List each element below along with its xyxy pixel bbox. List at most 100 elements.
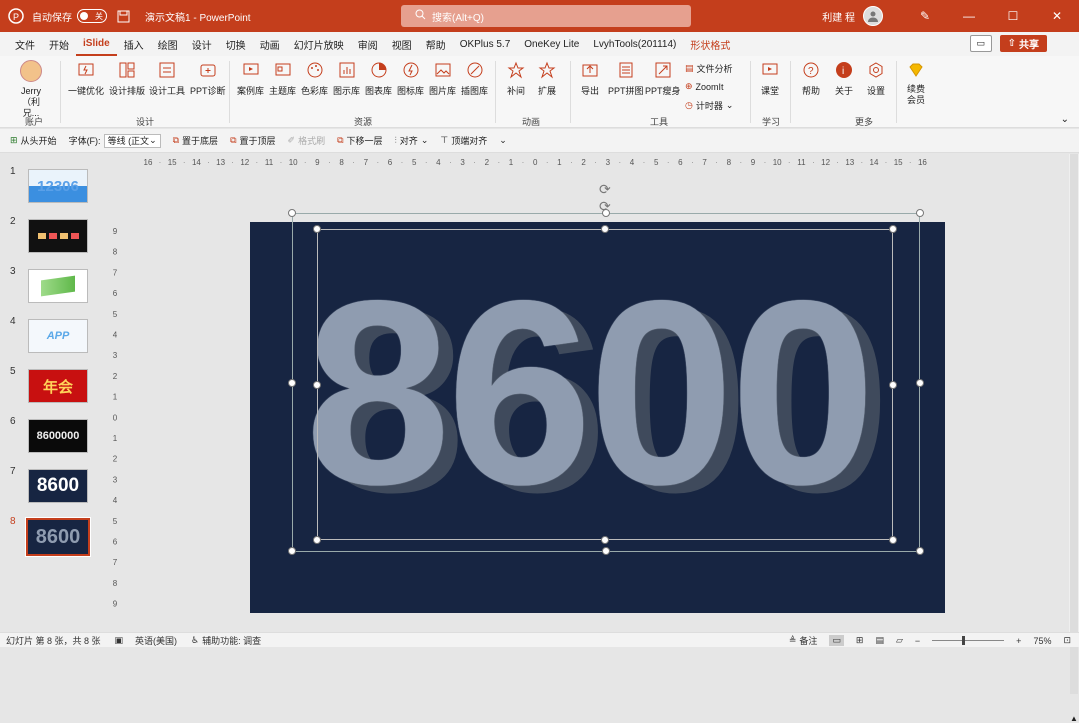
from-start-button[interactable]: ⊞ 从头开始 [10,134,57,147]
language-indicator[interactable]: 英语(美国) [135,634,177,647]
zoom-slider[interactable] [932,636,1005,645]
bring-to-bottom-button[interactable]: ⧉ 置于底层 [173,134,218,147]
icons-button[interactable]: 图标库 [397,60,424,97]
about-button[interactable]: i 关于 [834,60,854,97]
scroll-up-icon[interactable]: ▲ [1070,714,1078,723]
illustrations-button[interactable]: 插图库 [461,60,488,97]
graph-button[interactable]: 图表库 [365,60,392,97]
tab-view[interactable]: 视图 [385,32,419,56]
autosave-toggle[interactable]: 关 [77,9,107,23]
themes-button[interactable]: 主题库 [269,60,296,97]
autosave-control[interactable]: 自动保存 关 [32,9,107,24]
cases-button[interactable]: 案例库 [237,60,264,97]
file-analysis-button[interactable]: ▤ 文件分析 [685,62,733,75]
design-tools-button[interactable]: 设计工具 [149,60,185,97]
zoomit-button[interactable]: ⊕ ZoomIt [685,81,724,92]
zoom-level[interactable]: 75% [1033,636,1051,646]
resize-handle[interactable] [288,547,296,555]
renew-membership-button[interactable]: 续费会员 [904,60,928,106]
user-name[interactable]: 利建 程 [822,9,855,24]
tab-slideshow[interactable]: 幻灯片放映 [287,32,351,56]
export-button[interactable]: 导出 [580,60,600,97]
tab-design[interactable]: 设计 [185,32,219,56]
rotate-handle-icon[interactable]: ⟳ [599,181,611,198]
ppt-diagnosis-button[interactable]: PPT诊断 [190,60,226,97]
ppt-collage-button[interactable]: PPT拼图 [608,60,644,97]
send-backward-button[interactable]: ⧉ 下移一层 [337,134,382,147]
slide-thumbnail-2[interactable] [28,219,88,253]
tab-transitions[interactable]: 切换 [219,32,253,56]
close-icon[interactable]: ✕ [1035,0,1079,32]
resize-handle[interactable] [889,225,897,233]
colors-button[interactable]: 色彩库 [301,60,328,97]
scroll-thumb[interactable] [1070,154,1078,694]
extend-button[interactable]: 扩展 [537,60,557,97]
search-box[interactable]: 搜索(Alt+Q) [401,5,691,27]
tab-okplus[interactable]: OKPlus 5.7 [453,32,518,56]
tween-button[interactable]: 补间 [506,60,526,97]
zoom-in-icon[interactable]: + [1016,636,1021,646]
settings-button[interactable]: 设置 [866,60,886,97]
tab-review[interactable]: 审阅 [351,32,385,56]
help-button[interactable]: ? 帮助 [801,60,821,97]
resize-handle[interactable] [313,536,321,544]
collapse-ribbon-icon[interactable]: ⌄ [1061,114,1069,125]
slideshow-icon[interactable]: ▱ [896,635,903,646]
resize-handle[interactable] [916,379,924,387]
pen-icon[interactable]: ✎ [903,0,947,32]
tab-help[interactable]: 帮助 [419,32,453,56]
tab-islide[interactable]: iSlide [76,32,117,56]
slide-thumbnail-8[interactable]: 8600 [25,517,91,557]
reading-view-icon[interactable]: ▤ [875,635,884,646]
fit-slide-icon[interactable]: ⊡ [1063,635,1071,646]
minimize-icon[interactable]: — [947,0,991,32]
resize-handle[interactable] [601,536,609,544]
slide-sorter-icon[interactable]: ⊞ [856,635,864,646]
notes-button[interactable]: ≜ 备注 [789,634,818,647]
tab-lvyhtools[interactable]: LvyhTools(201114) [586,32,683,56]
tab-shape-format[interactable]: 形状格式 [683,32,737,56]
resize-handle[interactable] [313,225,321,233]
tab-insert[interactable]: 插入 [117,32,151,56]
slide-thumbnail-5[interactable]: 年会 [28,369,88,403]
tab-animations[interactable]: 动画 [253,32,287,56]
resize-handle[interactable] [313,381,321,389]
font-selector[interactable]: 字体(F): 等线 (正文 ⌄ [69,133,161,148]
resize-handle[interactable] [916,209,924,217]
resize-handle[interactable] [602,209,610,217]
format-painter-button[interactable]: ✐ 格式刷 [288,134,326,147]
maximize-icon[interactable]: ☐ [991,0,1035,32]
charts-button[interactable]: 图示库 [333,60,360,97]
tab-draw[interactable]: 绘图 [151,32,185,56]
spellcheck-icon[interactable]: ▣ [115,635,124,646]
layout-button[interactable]: 设计排版 [109,60,145,97]
zoom-out-icon[interactable]: − [915,636,920,646]
tab-home[interactable]: 开始 [42,32,76,56]
share-button[interactable]: ⇧ 共享 [999,35,1047,52]
ppt-slim-button[interactable]: PPT瘦身 [645,60,681,97]
images-button[interactable]: 图片库 [429,60,456,97]
font-dropdown[interactable]: 等线 (正文 ⌄ [103,133,161,148]
avatar[interactable] [863,6,883,26]
resize-handle[interactable] [889,536,897,544]
resize-handle[interactable] [288,379,296,387]
top-align-button[interactable]: ⊤ 顶端对齐 [440,134,487,147]
timer-button[interactable]: ◷ 计时器 ⌄ [685,99,733,112]
align-button[interactable]: ⫶ 对齐 ⌄ [395,134,429,147]
vertical-scrollbar[interactable]: ▲ [1069,154,1079,723]
resize-handle[interactable] [288,209,296,217]
account-button[interactable]: Jerry（利兄... [14,60,48,118]
slide-thumbnail-3[interactable] [28,269,88,303]
resize-handle[interactable] [601,225,609,233]
resize-handle[interactable] [916,547,924,555]
zoom-slider-knob[interactable] [962,636,966,645]
tab-onekey[interactable]: OneKey Lite [517,32,586,56]
accessibility-status[interactable]: 辅助功能: 调查 [202,634,261,647]
one-click-optimize-button[interactable]: 一键优化 [68,60,104,97]
slide-thumbnail-1[interactable]: 12306 [28,169,88,203]
classroom-button[interactable]: 课堂 [760,60,780,97]
slide-thumbnail-6[interactable]: 8600000 [28,419,88,453]
slide-thumbnail-4[interactable]: APP [28,319,88,353]
slide-canvas[interactable]: 8600 8600 [250,222,945,613]
tab-file[interactable]: 文件 [8,32,42,56]
